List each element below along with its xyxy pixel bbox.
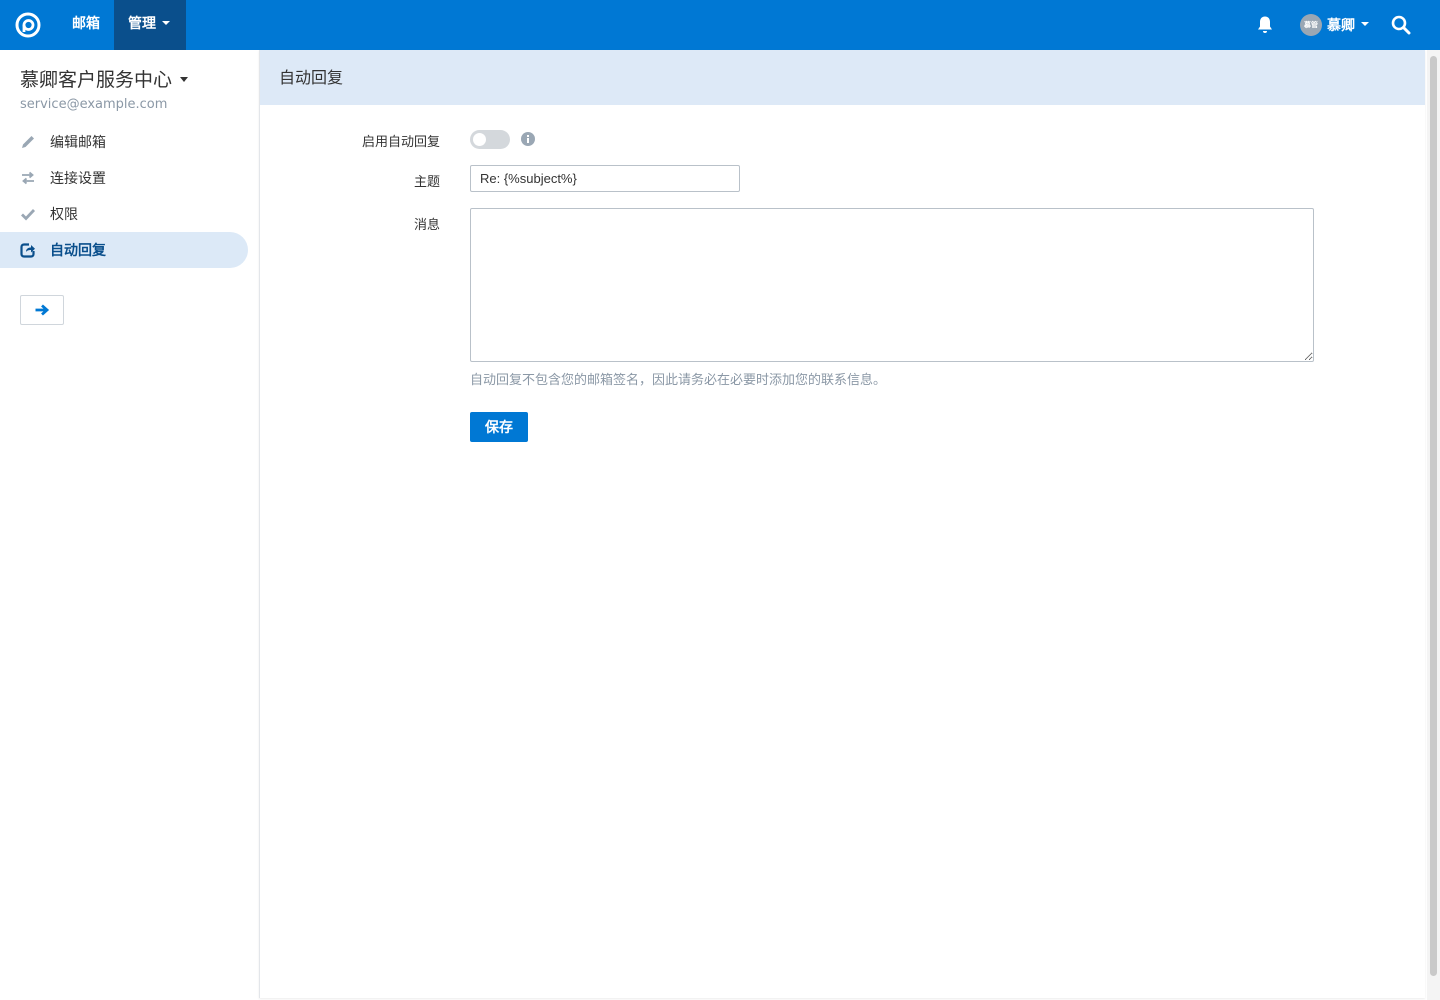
sidebar-item-auto-reply[interactable]: 自动回复 <box>0 232 248 268</box>
toggle-knob <box>473 133 486 146</box>
user-name: 慕卿 <box>1327 18 1355 34</box>
chevron-down-icon <box>162 21 170 25</box>
sidebar-nav: 编辑邮箱 连接设置 权限 自动回复 <box>0 124 248 268</box>
pencil-icon <box>22 136 34 148</box>
sidebar-item-label: 权限 <box>50 207 78 223</box>
check-icon <box>21 209 36 221</box>
message-textarea[interactable] <box>470 208 1314 362</box>
sidebar-collapse-button[interactable] <box>20 295 64 325</box>
helpdesk-logo-icon[interactable] <box>14 11 42 39</box>
main-panel: 自动回复 启用自动回复 主题 消息 自动回复不包含您的邮箱签名，因此请务必在必要… <box>259 50 1425 998</box>
scrollbar-thumb[interactable] <box>1430 56 1437 976</box>
sidebar-item-edit-mailbox[interactable]: 编辑邮箱 <box>0 124 248 160</box>
sidebar-item-connection-settings[interactable]: 连接设置 <box>0 160 248 196</box>
page-title: 自动回复 <box>279 68 344 87</box>
mailbox-name: 慕卿客户服务中心 <box>20 69 173 91</box>
enable-auto-reply-label: 启用自动回复 <box>361 135 440 150</box>
info-icon[interactable] <box>521 132 535 146</box>
user-menu[interactable]: 慕管 慕卿 <box>1300 14 1369 36</box>
nav-manage-dropdown[interactable]: 管理 <box>114 0 186 50</box>
page-header: 自动回复 <box>260 50 1425 105</box>
sidebar-item-label: 连接设置 <box>50 171 106 187</box>
save-button[interactable]: 保存 <box>470 412 528 442</box>
sidebar: 慕卿客户服务中心 service@example.com 编辑邮箱 连接设置 权… <box>0 50 258 1000</box>
sidebar-item-label: 自动回复 <box>50 243 106 259</box>
nav-mailbox-label: 邮箱 <box>72 16 100 32</box>
mailbox-name-dropdown[interactable]: 慕卿客户服务中心 <box>20 65 189 92</box>
enable-auto-reply-toggle[interactable] <box>470 130 510 149</box>
arrows-exchange-icon <box>22 171 34 185</box>
arrow-right-icon <box>35 304 50 316</box>
share-square-icon <box>20 243 35 258</box>
bell-icon[interactable] <box>1256 15 1274 35</box>
top-navbar: 邮箱 管理 慕管 慕卿 <box>0 0 1440 50</box>
sidebar-item-label: 编辑邮箱 <box>50 135 106 151</box>
nav-mailbox[interactable]: 邮箱 <box>58 0 114 50</box>
chevron-down-icon <box>180 77 189 82</box>
search-icon[interactable] <box>1391 15 1411 35</box>
subject-label: 主题 <box>413 175 440 190</box>
auto-reply-help-text: 自动回复不包含您的邮箱签名，因此请务必在必要时添加您的联系信息。 <box>470 373 887 388</box>
message-label: 消息 <box>413 218 440 233</box>
nav-manage-label: 管理 <box>128 16 156 32</box>
subject-input[interactable] <box>470 165 740 192</box>
sidebar-item-permissions[interactable]: 权限 <box>0 196 248 232</box>
chevron-down-icon <box>1361 22 1369 26</box>
mailbox-email: service@example.com <box>20 97 168 112</box>
avatar: 慕管 <box>1300 14 1322 36</box>
page-scrollbar[interactable] <box>1427 50 1440 1000</box>
